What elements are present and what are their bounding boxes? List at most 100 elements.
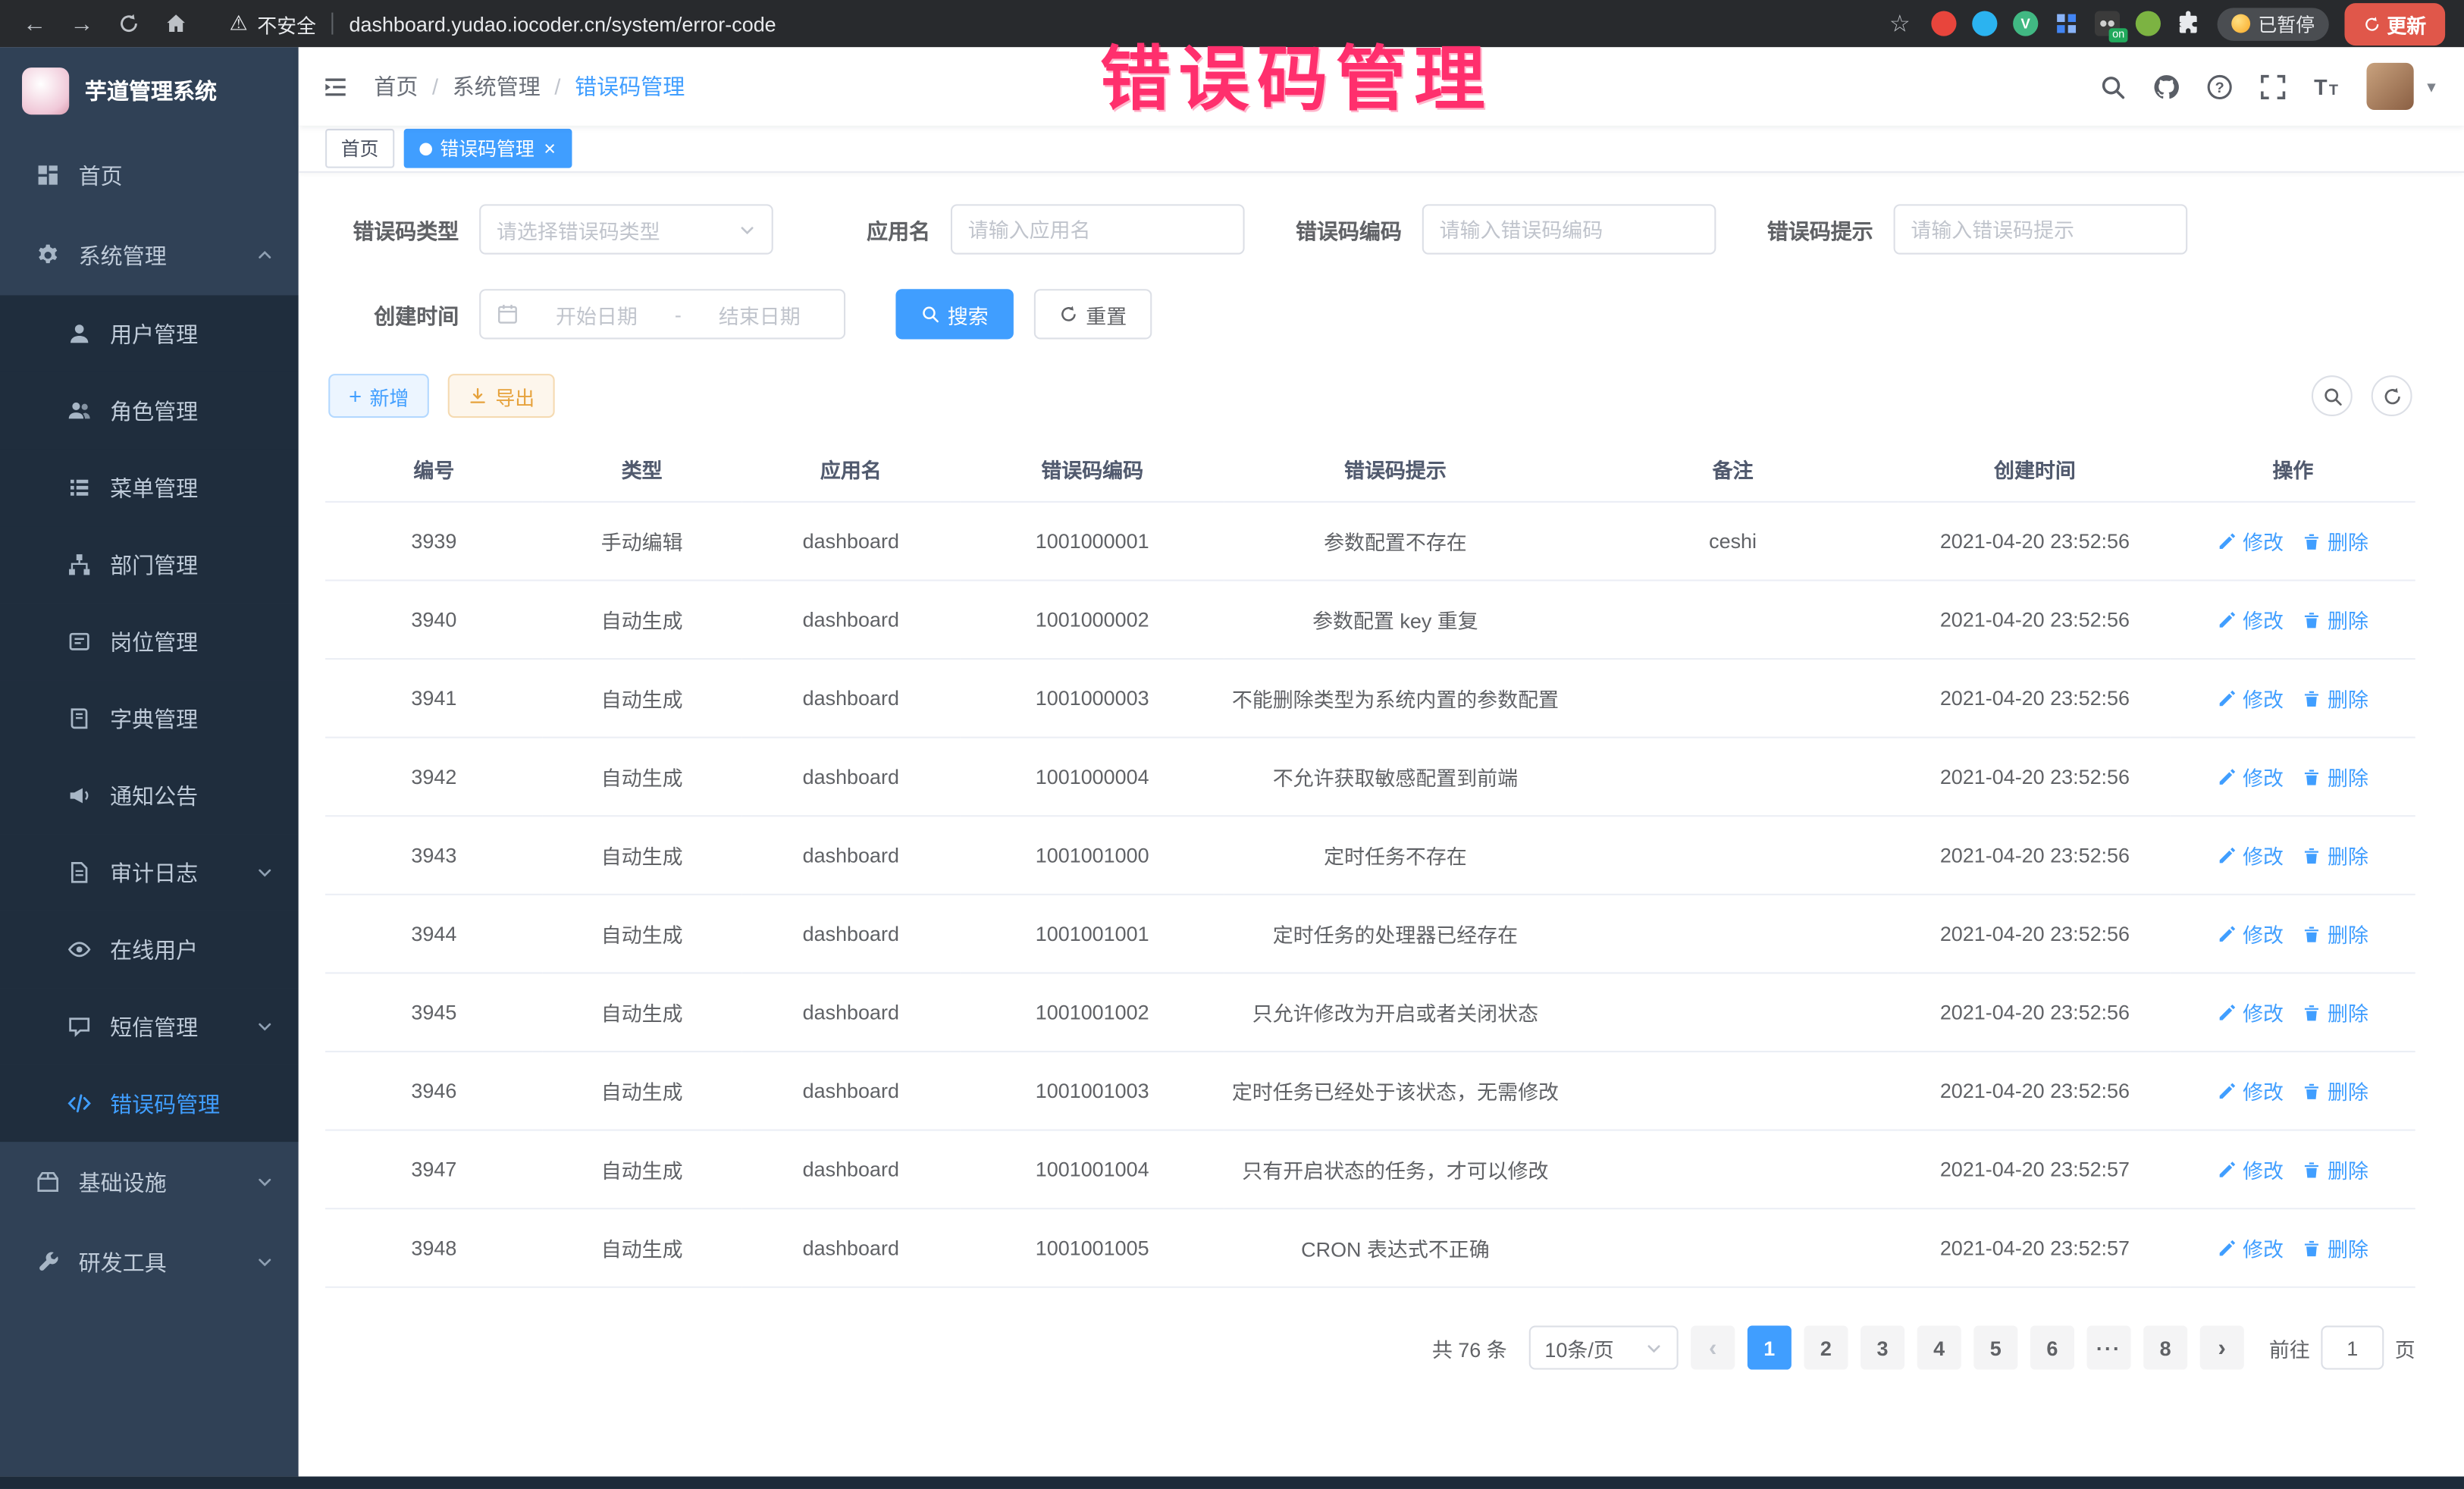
goto-page-input[interactable] [2321,1326,2384,1370]
page-button-6[interactable]: 6 [2030,1326,2074,1370]
sidebar-item-system[interactable]: 系统管理 [0,215,299,296]
cell-type: 手动编辑 [543,502,741,581]
end-date-placeholder: 结束日期 [691,299,828,329]
edit-link[interactable]: 修改 [2218,1233,2284,1262]
sidebar-item-home[interactable]: 首页 [0,135,299,215]
edit-link[interactable]: 修改 [2218,840,2284,870]
sidebar-item-dict[interactable]: 字典管理 [0,680,299,757]
page-button-4[interactable]: 4 [1917,1326,1961,1370]
page-button-5[interactable]: 5 [1973,1326,2017,1370]
breadcrumb-item[interactable]: 错误码管理 [575,71,685,102]
fullscreen-icon[interactable] [2261,73,2287,99]
edit-link[interactable]: 修改 [2218,998,2284,1027]
delete-link[interactable]: 删除 [2303,1076,2368,1105]
extensions-puzzle-icon[interactable] [2177,11,2202,36]
bookmark-star-icon[interactable]: ☆ [1884,8,1915,39]
browser-window: 错误码管理 ← → ⚠ 不安全 dashboard.yudao.iocoder.… [0,0,2464,1489]
extension-red-icon[interactable] [1931,11,1956,36]
sidebar-item-infra[interactable]: 基础设施 [0,1142,299,1222]
delete-link[interactable]: 删除 [2303,683,2368,713]
extension-vue-icon[interactable]: V [2013,11,2038,36]
app-logo[interactable]: 芋道管理系统 [0,47,299,135]
app-name-input[interactable] [951,204,1245,254]
date-range-picker[interactable]: 开始日期 - 结束日期 [479,289,845,339]
prev-page-button[interactable]: ‹ [1691,1326,1735,1370]
refresh-table-button[interactable] [2372,375,2412,416]
pagination-ellipsis[interactable]: ··· [2086,1326,2130,1370]
collapse-sidebar-icon[interactable] [322,73,349,99]
extension-tampermonkey-icon[interactable]: on [2095,11,2120,36]
page-content: 错误码类型 请选择错误码类型 应用名 错误码编码 [299,173,2464,1477]
edit-link[interactable]: 修改 [2218,919,2284,948]
font-size-icon[interactable]: TT [2314,73,2340,99]
sidebar-item-audit-log[interactable]: 审计日志 [0,834,299,911]
error-hint-input[interactable] [1894,204,2188,254]
breadcrumb-item[interactable]: 首页 [374,71,418,102]
edit-link[interactable]: 修改 [2218,683,2284,713]
svg-text:T: T [2315,75,2328,99]
caret-down-icon[interactable]: ▾ [2427,76,2435,96]
home-icon[interactable] [160,8,191,39]
tab-error-code[interactable]: 错误码管理× [404,129,572,168]
delete-link[interactable]: 删除 [2303,762,2368,792]
sidebar-item-menu[interactable]: 菜单管理 [0,450,299,527]
delete-link[interactable]: 删除 [2303,526,2368,556]
sidebar-item-post[interactable]: 岗位管理 [0,603,299,681]
delete-link[interactable]: 删除 [2303,840,2368,870]
error-type-select[interactable]: 请选择错误码类型 [479,204,773,254]
edit-link[interactable]: 修改 [2218,526,2284,556]
delete-icon [2303,1239,2321,1258]
user-avatar[interactable] [2367,63,2414,110]
sidebar-item-dept[interactable]: 部门管理 [0,526,299,603]
breadcrumb-item[interactable]: 系统管理 [453,71,541,102]
delete-link[interactable]: 删除 [2303,605,2368,635]
forward-icon[interactable]: → [66,8,97,39]
sidebar-item-role[interactable]: 角色管理 [0,372,299,450]
sidebar-item-online-user[interactable]: 在线用户 [0,911,299,989]
github-icon[interactable] [2154,73,2180,99]
sidebar-item-sms[interactable]: 短信管理 [0,988,299,1065]
page-button-2[interactable]: 2 [1804,1326,1848,1370]
cell-actions: 修改删除 [2171,580,2415,659]
sidebar-item-user[interactable]: 用户管理 [0,295,299,372]
page-button-1[interactable]: 1 [1748,1326,1792,1370]
search-icon[interactable] [2100,73,2127,99]
delete-link[interactable]: 删除 [2303,998,2368,1027]
paused-badge[interactable]: 已暂停 [2218,7,2329,40]
delete-link[interactable]: 删除 [2303,1233,2368,1262]
delete-link[interactable]: 删除 [2303,919,2368,948]
next-page-button[interactable]: › [2200,1326,2244,1370]
tab-home[interactable]: 首页 [325,129,394,168]
edit-link[interactable]: 修改 [2218,762,2284,792]
extension-paw-icon[interactable] [2136,11,2161,36]
sidebar-item-error-code[interactable]: 错误码管理 [0,1065,299,1143]
table-row: 3946自动生成dashboard1001001003定时任务已经处于该状态，无… [325,1052,2415,1130]
delete-link[interactable]: 删除 [2303,1155,2368,1184]
sidebar-item-notice[interactable]: 通知公告 [0,757,299,835]
sidebar-item-dev-tool[interactable]: 研发工具 [0,1222,299,1302]
extension-grid-icon[interactable] [2054,11,2079,36]
toggle-search-button[interactable] [2312,375,2353,416]
cell-created: 2021-04-20 23:52:57 [1899,1130,2171,1209]
error-code-input[interactable] [1422,204,1716,254]
help-icon[interactable]: ? [2207,73,2234,99]
update-button[interactable]: 更新 [2344,2,2445,45]
sidebar-item-label: 基础设施 [79,1166,256,1197]
add-button[interactable]: + 新增 [328,374,429,418]
close-icon[interactable]: × [544,138,556,158]
edit-link[interactable]: 修改 [2218,1155,2284,1184]
page-button-8[interactable]: 8 [2143,1326,2187,1370]
reload-icon[interactable] [113,8,144,39]
address-bar[interactable]: dashboard.yudao.iocoder.cn/system/error-… [349,12,776,36]
edit-link[interactable]: 修改 [2218,1076,2284,1105]
page-button-3[interactable]: 3 [1861,1326,1904,1370]
reset-button[interactable]: 重置 [1034,289,1152,339]
extension-drop-icon[interactable] [1972,11,1997,36]
export-button[interactable]: 导出 [448,374,555,418]
search-button[interactable]: 搜索 [895,289,1013,339]
sidebar-item-label: 研发工具 [79,1246,256,1277]
security-chip[interactable]: ⚠ 不安全 [230,8,316,38]
back-icon[interactable]: ← [19,8,50,39]
page-size-select[interactable]: 10条/页 [1529,1326,1679,1370]
edit-link[interactable]: 修改 [2218,605,2284,635]
